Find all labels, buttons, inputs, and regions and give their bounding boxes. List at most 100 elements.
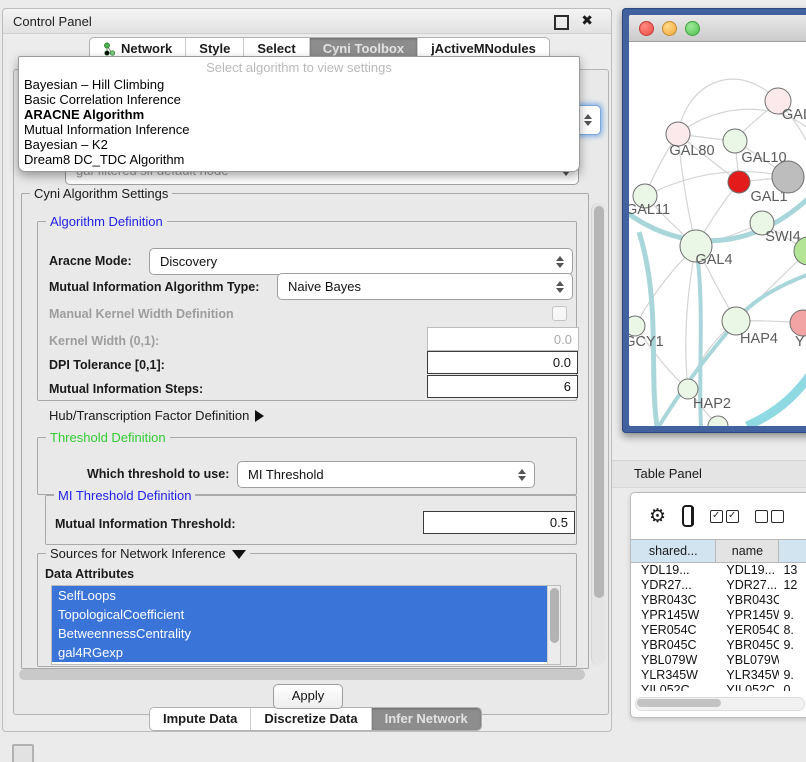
dpi-tolerance-label: DPI Tolerance [0,1]: bbox=[49, 358, 165, 372]
mi-threshold-label: Mutual Information Threshold: bbox=[55, 517, 236, 531]
mi-algorithm-type-combobox[interactable]: Naive Bayes bbox=[277, 273, 573, 300]
mi-steps-field[interactable]: 6 bbox=[427, 375, 578, 398]
application-background: Control Panel ✖ NetworkStyleSelectCyni T… bbox=[0, 0, 806, 762]
algorithm-option[interactable]: Basic Correlation Inference bbox=[19, 92, 579, 107]
network-window-titlebar[interactable] bbox=[629, 15, 806, 42]
close-traffic-light-icon[interactable] bbox=[639, 21, 654, 36]
which-threshold-combobox[interactable]: MI Threshold bbox=[237, 461, 535, 488]
table-row[interactable]: YBR043CYBR043C bbox=[631, 593, 806, 608]
table-cell: 12 bbox=[779, 578, 806, 593]
table-header-row: shared...name bbox=[631, 539, 806, 563]
threshold-definition-title: Threshold Definition bbox=[46, 430, 170, 445]
network-node[interactable] bbox=[772, 161, 804, 193]
table-cell: YBR045C bbox=[631, 638, 716, 653]
apply-button[interactable]: Apply bbox=[273, 684, 343, 709]
table-row[interactable]: YDR27...YDR27...12 bbox=[631, 578, 806, 593]
minimized-panel-icon[interactable] bbox=[12, 744, 34, 762]
attribute-list-item[interactable]: BetweennessCentrality bbox=[52, 624, 547, 643]
algorithm-option[interactable]: Bayesian – Hill Climbing bbox=[19, 77, 579, 92]
combo-spinner-icon bbox=[552, 256, 568, 268]
network-node-label: GAL4 bbox=[695, 252, 732, 268]
table-row[interactable]: YLR345WYLR345W9. bbox=[631, 668, 806, 683]
network-node-gcy1[interactable] bbox=[629, 316, 645, 336]
algorithm-option[interactable]: Dream8 DC_TDC Algorithm bbox=[19, 152, 579, 167]
control-panel-titlebar[interactable]: Control Panel ✖ bbox=[3, 9, 611, 34]
table-cell: YIL052C bbox=[631, 683, 716, 691]
table-cell: YLR345W bbox=[716, 668, 779, 683]
table-column-header[interactable]: name bbox=[716, 540, 779, 562]
network-icon bbox=[103, 42, 116, 56]
table-cell: 9. bbox=[779, 638, 806, 653]
table-cell: YIL052C bbox=[716, 683, 779, 691]
table-cell: YLR345W bbox=[631, 668, 716, 683]
gear-icon[interactable]: ⚙ bbox=[649, 507, 666, 526]
table-column-header[interactable] bbox=[779, 540, 806, 562]
algorithm-option[interactable]: Mutual Information Inference bbox=[19, 122, 579, 137]
tab-infer-network[interactable]: Infer Network bbox=[371, 708, 481, 730]
network-node-gal1[interactable] bbox=[728, 171, 750, 193]
table-row[interactable]: YER054CYER054C8. bbox=[631, 623, 806, 638]
table-cell: 8. bbox=[779, 623, 806, 638]
combo-spinner-icon bbox=[580, 114, 596, 126]
network-node-label: GAL80 bbox=[669, 143, 714, 159]
zoom-traffic-light-icon[interactable] bbox=[685, 21, 700, 36]
algorithm-option[interactable]: ARACNE Algorithm bbox=[19, 107, 579, 122]
aracne-mode-combobox[interactable]: Discovery bbox=[149, 248, 573, 275]
network-node-label: GCY1 bbox=[629, 334, 664, 350]
table-cell: 9. bbox=[779, 668, 806, 683]
columns-icon[interactable] bbox=[682, 505, 694, 527]
data-attributes-label: Data Attributes bbox=[45, 567, 134, 581]
table-row[interactable]: YBL079WYBL079W bbox=[631, 653, 806, 668]
hub-definition-expander[interactable]: Hub/Transcription Factor Definition bbox=[49, 408, 264, 423]
cyni-bottom-tabbar: Impute DataDiscretize DataInfer Network bbox=[149, 707, 482, 731]
table-row[interactable]: YIL052CYIL052C0. bbox=[631, 683, 806, 691]
mi-algorithm-type-label: Mutual Information Algorithm Type: bbox=[49, 280, 259, 294]
network-node-label: Y bbox=[795, 334, 805, 350]
sources-group-title[interactable]: Sources for Network Inference bbox=[46, 546, 250, 561]
table-horizontal-scrollbar[interactable] bbox=[635, 697, 805, 711]
attribute-list-item[interactable]: SelfLoops bbox=[52, 586, 547, 605]
deselect-all-checkboxes-icon[interactable] bbox=[755, 510, 784, 523]
network-node-label: GAL bbox=[782, 107, 806, 123]
table-panel-title: Table Panel bbox=[634, 466, 702, 481]
table-cell: YDL19... bbox=[716, 563, 779, 578]
select-all-checkboxes-icon[interactable]: ✓✓ bbox=[710, 510, 739, 523]
tab-impute-data[interactable]: Impute Data bbox=[150, 708, 250, 730]
table-cell: YBR045C bbox=[716, 638, 779, 653]
table-row[interactable]: YBR045CYBR045C9. bbox=[631, 638, 806, 653]
expander-collapsed-icon bbox=[255, 410, 264, 422]
attribute-list-item[interactable]: TopologicalCoefficient bbox=[52, 605, 547, 624]
tab-discretize-data[interactable]: Discretize Data bbox=[250, 708, 370, 730]
network-canvas[interactable]: GALGAL80GAL10GAL1GAL11SWI4GAL4GCY1HAP4YH… bbox=[629, 42, 806, 426]
table-cell: YER054C bbox=[631, 623, 716, 638]
table-cell: YPR145W bbox=[631, 608, 716, 623]
algorithm-dropdown-popup: Select algorithm to view settings Bayesi… bbox=[18, 56, 580, 172]
settings-vertical-scrollbar[interactable] bbox=[591, 203, 605, 665]
table-cell: 9. bbox=[779, 608, 806, 623]
attribute-list-item[interactable]: gal4RGexp bbox=[52, 643, 547, 662]
combo-spinner-icon bbox=[514, 469, 530, 481]
network-view-window: GALGAL80GAL10GAL1GAL11SWI4GAL4GCY1HAP4YH… bbox=[622, 8, 806, 433]
attributes-list-scrollbar[interactable] bbox=[547, 586, 560, 664]
table-row[interactable]: YPR145WYPR145W9. bbox=[631, 608, 806, 623]
algorithm-dropdown-prompt: Select algorithm to view settings bbox=[19, 59, 579, 77]
settings-horizontal-scrollbar[interactable] bbox=[19, 669, 585, 680]
network-node-y[interactable] bbox=[790, 310, 806, 336]
network-node-label: SWI4 bbox=[765, 229, 800, 245]
network-node-label: GAL11 bbox=[629, 202, 670, 218]
table-column-header[interactable]: shared... bbox=[631, 540, 716, 562]
mi-steps-label: Mutual Information Steps: bbox=[49, 382, 203, 396]
kernel-width-field[interactable]: 0.0 bbox=[427, 327, 579, 351]
float-window-icon[interactable] bbox=[554, 15, 569, 30]
control-panel-title: Control Panel bbox=[13, 14, 92, 29]
close-icon[interactable]: ✖ bbox=[581, 12, 593, 29]
table-row[interactable]: YDL19...YDL19...13 bbox=[631, 563, 806, 578]
algorithm-option[interactable]: Bayesian – K2 bbox=[19, 137, 579, 152]
table-cell: YBR043C bbox=[631, 593, 716, 608]
table-toolbar: ⚙ ✓✓ bbox=[631, 493, 806, 539]
minimize-traffic-light-icon[interactable] bbox=[662, 21, 677, 36]
manual-kernel-width-checkbox[interactable] bbox=[552, 306, 567, 321]
dpi-tolerance-field[interactable]: 0.0 bbox=[427, 351, 578, 374]
mi-threshold-field[interactable]: 0.5 bbox=[423, 511, 575, 534]
table-cell: 13 bbox=[779, 563, 806, 578]
